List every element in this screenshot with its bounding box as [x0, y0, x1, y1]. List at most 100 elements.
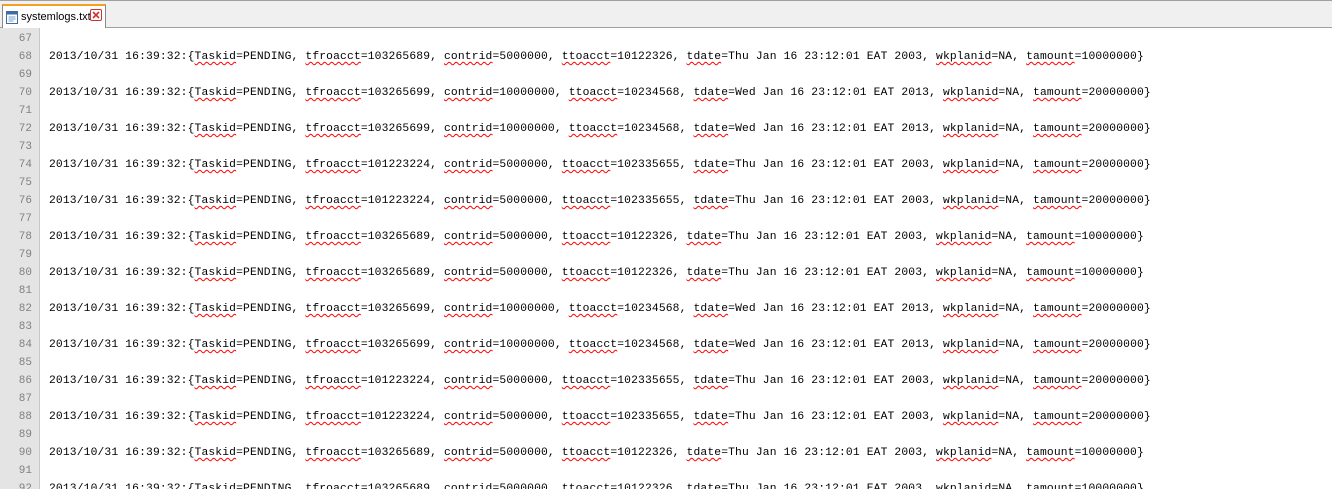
- misspelled-word: tamount: [1026, 483, 1075, 489]
- editor-line[interactable]: 67: [0, 30, 1332, 48]
- misspelled-word: tamount: [1033, 159, 1082, 171]
- misspelled-word: wkplanid: [936, 447, 992, 459]
- misspelled-word: tfroacct: [305, 159, 361, 171]
- misspelled-word: tamount: [1033, 195, 1082, 207]
- editor-line[interactable]: 91: [0, 462, 1332, 480]
- editor-line[interactable]: 89: [0, 426, 1332, 444]
- line-text: 2013/10/31 16:39:32:{Taskid=PENDING, tfr…: [49, 339, 1151, 351]
- line-number: 68: [18, 51, 32, 63]
- misspelled-word: wkplanid: [942, 123, 999, 135]
- editor-line[interactable]: 72 2013/10/31 16:39:32:{Taskid=PENDING, t…: [0, 120, 1332, 138]
- misspelled-word: tamount: [1026, 51, 1075, 63]
- line-number: 86: [18, 375, 32, 387]
- close-tab-icon[interactable]: [90, 9, 102, 21]
- misspelled-word: tamount: [1033, 87, 1082, 99]
- line-number: 74: [18, 159, 32, 171]
- misspelled-word: tfroacct: [305, 87, 361, 99]
- misspelled-word: ttoacct: [561, 231, 611, 243]
- editor-line[interactable]: 90 2013/10/31 16:39:32:{Taskid=PENDING, t…: [0, 444, 1332, 462]
- editor-line[interactable]: 79: [0, 246, 1332, 264]
- line-number: 76: [18, 195, 32, 207]
- line-number: 89: [18, 429, 32, 441]
- editor-line[interactable]: 85: [0, 354, 1332, 372]
- misspelled-word: Taskid: [194, 51, 237, 63]
- misspelled-word: tfroacct: [305, 483, 361, 489]
- editor-line[interactable]: 74 2013/10/31 16:39:32:{Taskid=PENDING, t…: [0, 156, 1332, 174]
- misspelled-word: tdate: [693, 339, 729, 351]
- line-number: 81: [18, 285, 32, 297]
- line-number: 91: [18, 465, 32, 477]
- misspelled-word: tfroacct: [305, 267, 361, 279]
- misspelled-word: contrid: [443, 87, 493, 99]
- line-number: 82: [18, 303, 32, 315]
- line-number: 87: [18, 393, 32, 405]
- misspelled-word: ttoacct: [561, 411, 611, 423]
- misspelled-word: tfroacct: [305, 339, 361, 351]
- misspelled-word: ttoacct: [561, 375, 611, 387]
- line-number: 79: [18, 249, 32, 261]
- line-text: 2013/10/31 16:39:32:{Taskid=PENDING, tfr…: [49, 480, 1144, 489]
- misspelled-word: tfroacct: [305, 231, 361, 243]
- misspelled-word: Taskid: [194, 483, 237, 489]
- misspelled-word: tfroacct: [305, 447, 361, 459]
- editor-line[interactable]: 80 2013/10/31 16:39:32:{Taskid=PENDING, t…: [0, 264, 1332, 282]
- misspelled-word: Taskid: [194, 411, 237, 423]
- misspelled-word: tamount: [1033, 339, 1082, 351]
- misspelled-word: wkplanid: [936, 267, 992, 279]
- misspelled-word: tfroacct: [305, 51, 361, 63]
- line-number: 71: [18, 105, 32, 117]
- misspelled-word: tdate: [693, 411, 729, 423]
- line-number: 70: [18, 87, 32, 99]
- editor-line[interactable]: 88 2013/10/31 16:39:32:{Taskid=PENDING, t…: [0, 408, 1332, 426]
- line-number: 85: [18, 357, 32, 369]
- editor-line[interactable]: 73: [0, 138, 1332, 156]
- editor-line[interactable]: 71: [0, 102, 1332, 120]
- tab-systemlogs[interactable]: systemlogs.txt: [2, 4, 106, 28]
- line-text: 2013/10/31 16:39:32:{Taskid=PENDING, tfr…: [49, 411, 1151, 423]
- line-text: 2013/10/31 16:39:32:{Taskid=PENDING, tfr…: [49, 159, 1151, 171]
- editor-line[interactable]: 69: [0, 66, 1332, 84]
- editor-line[interactable]: 78 2013/10/31 16:39:32:{Taskid=PENDING, t…: [0, 228, 1332, 246]
- editor-line[interactable]: 75: [0, 174, 1332, 192]
- line-number: 90: [18, 447, 32, 459]
- misspelled-word: tamount: [1026, 231, 1075, 243]
- line-number: 69: [18, 69, 32, 81]
- misspelled-word: wkplanid: [942, 375, 999, 387]
- misspelled-word: tdate: [693, 303, 729, 315]
- misspelled-word: wkplanid: [942, 339, 999, 351]
- misspelled-word: contrid: [443, 267, 493, 279]
- misspelled-word: Taskid: [194, 87, 237, 99]
- misspelled-word: Taskid: [194, 159, 237, 171]
- misspelled-word: wkplanid: [936, 51, 992, 63]
- editor-line[interactable]: 82 2013/10/31 16:39:32:{Taskid=PENDING, t…: [0, 300, 1332, 318]
- editor-line[interactable]: 76 2013/10/31 16:39:32:{Taskid=PENDING, t…: [0, 192, 1332, 210]
- misspelled-word: contrid: [443, 375, 493, 387]
- line-text: 2013/10/31 16:39:32:{Taskid=PENDING, tfr…: [49, 447, 1144, 459]
- misspelled-word: wkplanid: [942, 303, 999, 315]
- misspelled-word: contrid: [443, 195, 493, 207]
- misspelled-word: ttoacct: [561, 267, 611, 279]
- line-number: 77: [18, 213, 32, 225]
- editor-line[interactable]: 86 2013/10/31 16:39:32:{Taskid=PENDING, t…: [0, 372, 1332, 390]
- editor-line[interactable]: 87: [0, 390, 1332, 408]
- misspelled-word: ttoacct: [561, 195, 611, 207]
- misspelled-word: tfroacct: [305, 411, 361, 423]
- misspelled-word: contrid: [443, 51, 493, 63]
- editor-line[interactable]: 77: [0, 210, 1332, 228]
- misspelled-word: tfroacct: [305, 123, 361, 135]
- line-number: 78: [18, 231, 32, 243]
- editor-line[interactable]: 68 2013/10/31 16:39:32:{Taskid=PENDING, t…: [0, 48, 1332, 66]
- editor-line[interactable]: 83: [0, 318, 1332, 336]
- misspelled-word: wkplanid: [942, 159, 999, 171]
- editor-line[interactable]: 92 2013/10/31 16:39:32:{Taskid=PENDING, t…: [0, 480, 1332, 489]
- editor-line[interactable]: 84 2013/10/31 16:39:32:{Taskid=PENDING, t…: [0, 336, 1332, 354]
- line-text: 2013/10/31 16:39:32:{Taskid=PENDING, tfr…: [49, 375, 1151, 387]
- text-editor[interactable]: 67 68 2013/10/31 16:39:32:{Taskid=PENDING,…: [0, 28, 1332, 489]
- misspelled-word: Taskid: [194, 267, 237, 279]
- misspelled-word: tamount: [1033, 411, 1082, 423]
- misspelled-word: Taskid: [194, 303, 237, 315]
- misspelled-word: tdate: [686, 51, 722, 63]
- editor-line[interactable]: 81: [0, 282, 1332, 300]
- editor-line[interactable]: 70 2013/10/31 16:39:32:{Taskid=PENDING, t…: [0, 84, 1332, 102]
- line-text: 2013/10/31 16:39:32:{Taskid=PENDING, tfr…: [49, 123, 1151, 135]
